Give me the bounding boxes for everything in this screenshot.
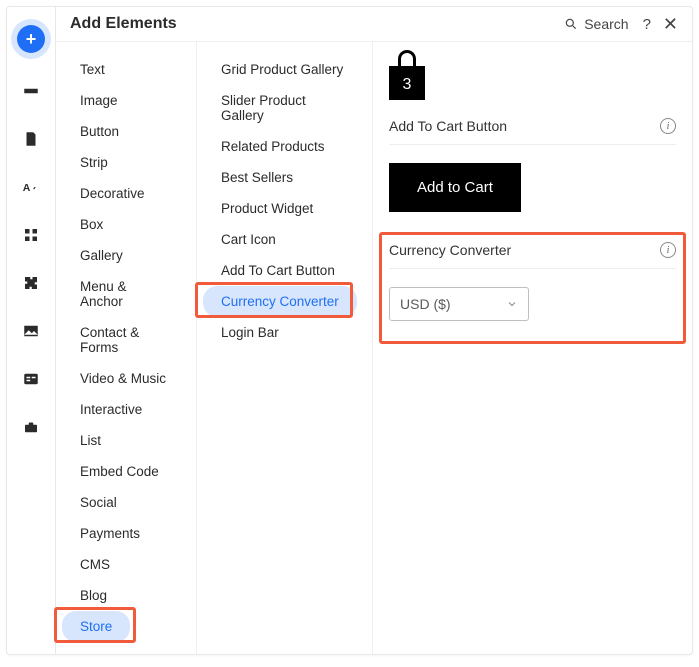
panel-header: Add Elements Search ? ✕	[56, 7, 692, 42]
currency-value: USD ($)	[400, 296, 451, 312]
close-button[interactable]: ✕	[663, 14, 678, 35]
columns: TextImageButtonStripDecorativeBoxGallery…	[56, 42, 692, 654]
category-item[interactable]: Social	[62, 487, 135, 518]
subitem[interactable]: Product Widget	[203, 193, 331, 224]
info-icon[interactable]: i	[660, 242, 676, 258]
plugin-icon[interactable]	[21, 273, 41, 293]
category-item[interactable]: Gallery	[62, 240, 141, 271]
apps-icon[interactable]	[21, 225, 41, 245]
category-item[interactable]: Video & Music	[62, 363, 184, 394]
add-button[interactable]: +	[17, 25, 45, 53]
category-item[interactable]: Image	[62, 85, 136, 116]
category-item[interactable]: Strip	[62, 147, 126, 178]
subitem[interactable]: Cart Icon	[203, 224, 294, 255]
cart-icon-preview: 3	[389, 56, 425, 100]
category-item[interactable]: Interactive	[62, 394, 160, 425]
category-item[interactable]: Store	[62, 611, 130, 642]
subitem[interactable]: Add To Cart Button	[203, 255, 353, 286]
left-rail: + A	[7, 7, 55, 654]
page-icon[interactable]	[21, 129, 41, 149]
add-elements-panel: + A Add Elements Search ? ✕ TextImageBut…	[6, 6, 693, 655]
atc-heading: Add To Cart Button	[389, 118, 507, 134]
preview-column: 3 Add To Cart Button i Add to Cart Curre…	[372, 42, 692, 654]
category-item[interactable]: Box	[62, 209, 121, 240]
theme-icon[interactable]: A	[21, 177, 41, 197]
category-item[interactable]: Blog	[62, 580, 125, 611]
cms-icon[interactable]	[21, 369, 41, 389]
add-to-cart-button[interactable]: Add to Cart	[389, 163, 521, 212]
business-icon[interactable]	[21, 417, 41, 437]
chevron-down-icon	[506, 298, 518, 310]
search-label: Search	[584, 16, 628, 32]
section-icon[interactable]	[21, 81, 41, 101]
subitem[interactable]: Grid Product Gallery	[203, 54, 361, 85]
category-item[interactable]: Embed Code	[62, 456, 177, 487]
subitem[interactable]: Slider Product Gallery	[203, 85, 366, 131]
category-item[interactable]: Contact & Forms	[62, 317, 190, 363]
category-item[interactable]: CMS	[62, 549, 128, 580]
subitems-column: Grid Product GallerySlider Product Galle…	[196, 42, 372, 654]
cc-heading: Currency Converter	[389, 242, 511, 258]
currency-converter-block: Currency Converter i USD ($)	[389, 242, 676, 321]
categories-column: TextImageButtonStripDecorativeBoxGallery…	[56, 42, 196, 654]
svg-text:A: A	[23, 182, 31, 194]
category-item[interactable]: Text	[62, 54, 123, 85]
subitem[interactable]: Login Bar	[203, 317, 297, 348]
category-item[interactable]: List	[62, 425, 119, 456]
help-button[interactable]: ?	[643, 16, 651, 33]
currency-dropdown[interactable]: USD ($)	[389, 287, 529, 321]
category-item[interactable]: Decorative	[62, 178, 163, 209]
info-icon[interactable]: i	[660, 118, 676, 134]
panel-title: Add Elements	[70, 15, 177, 33]
cart-count: 3	[389, 76, 425, 94]
category-item[interactable]: Payments	[62, 518, 158, 549]
panel-body: Add Elements Search ? ✕ TextImageButtonS…	[55, 7, 692, 654]
category-item[interactable]: Button	[62, 116, 137, 147]
search-icon	[564, 17, 578, 31]
subitem[interactable]: Best Sellers	[203, 162, 311, 193]
search-button[interactable]: Search	[564, 16, 628, 32]
atc-header: Add To Cart Button i	[389, 118, 676, 145]
category-item[interactable]: Menu & Anchor	[62, 271, 190, 317]
subitem[interactable]: Currency Converter	[203, 286, 357, 317]
cc-header: Currency Converter i	[389, 242, 676, 269]
media-icon[interactable]	[21, 321, 41, 341]
subitem[interactable]: Related Products	[203, 131, 343, 162]
